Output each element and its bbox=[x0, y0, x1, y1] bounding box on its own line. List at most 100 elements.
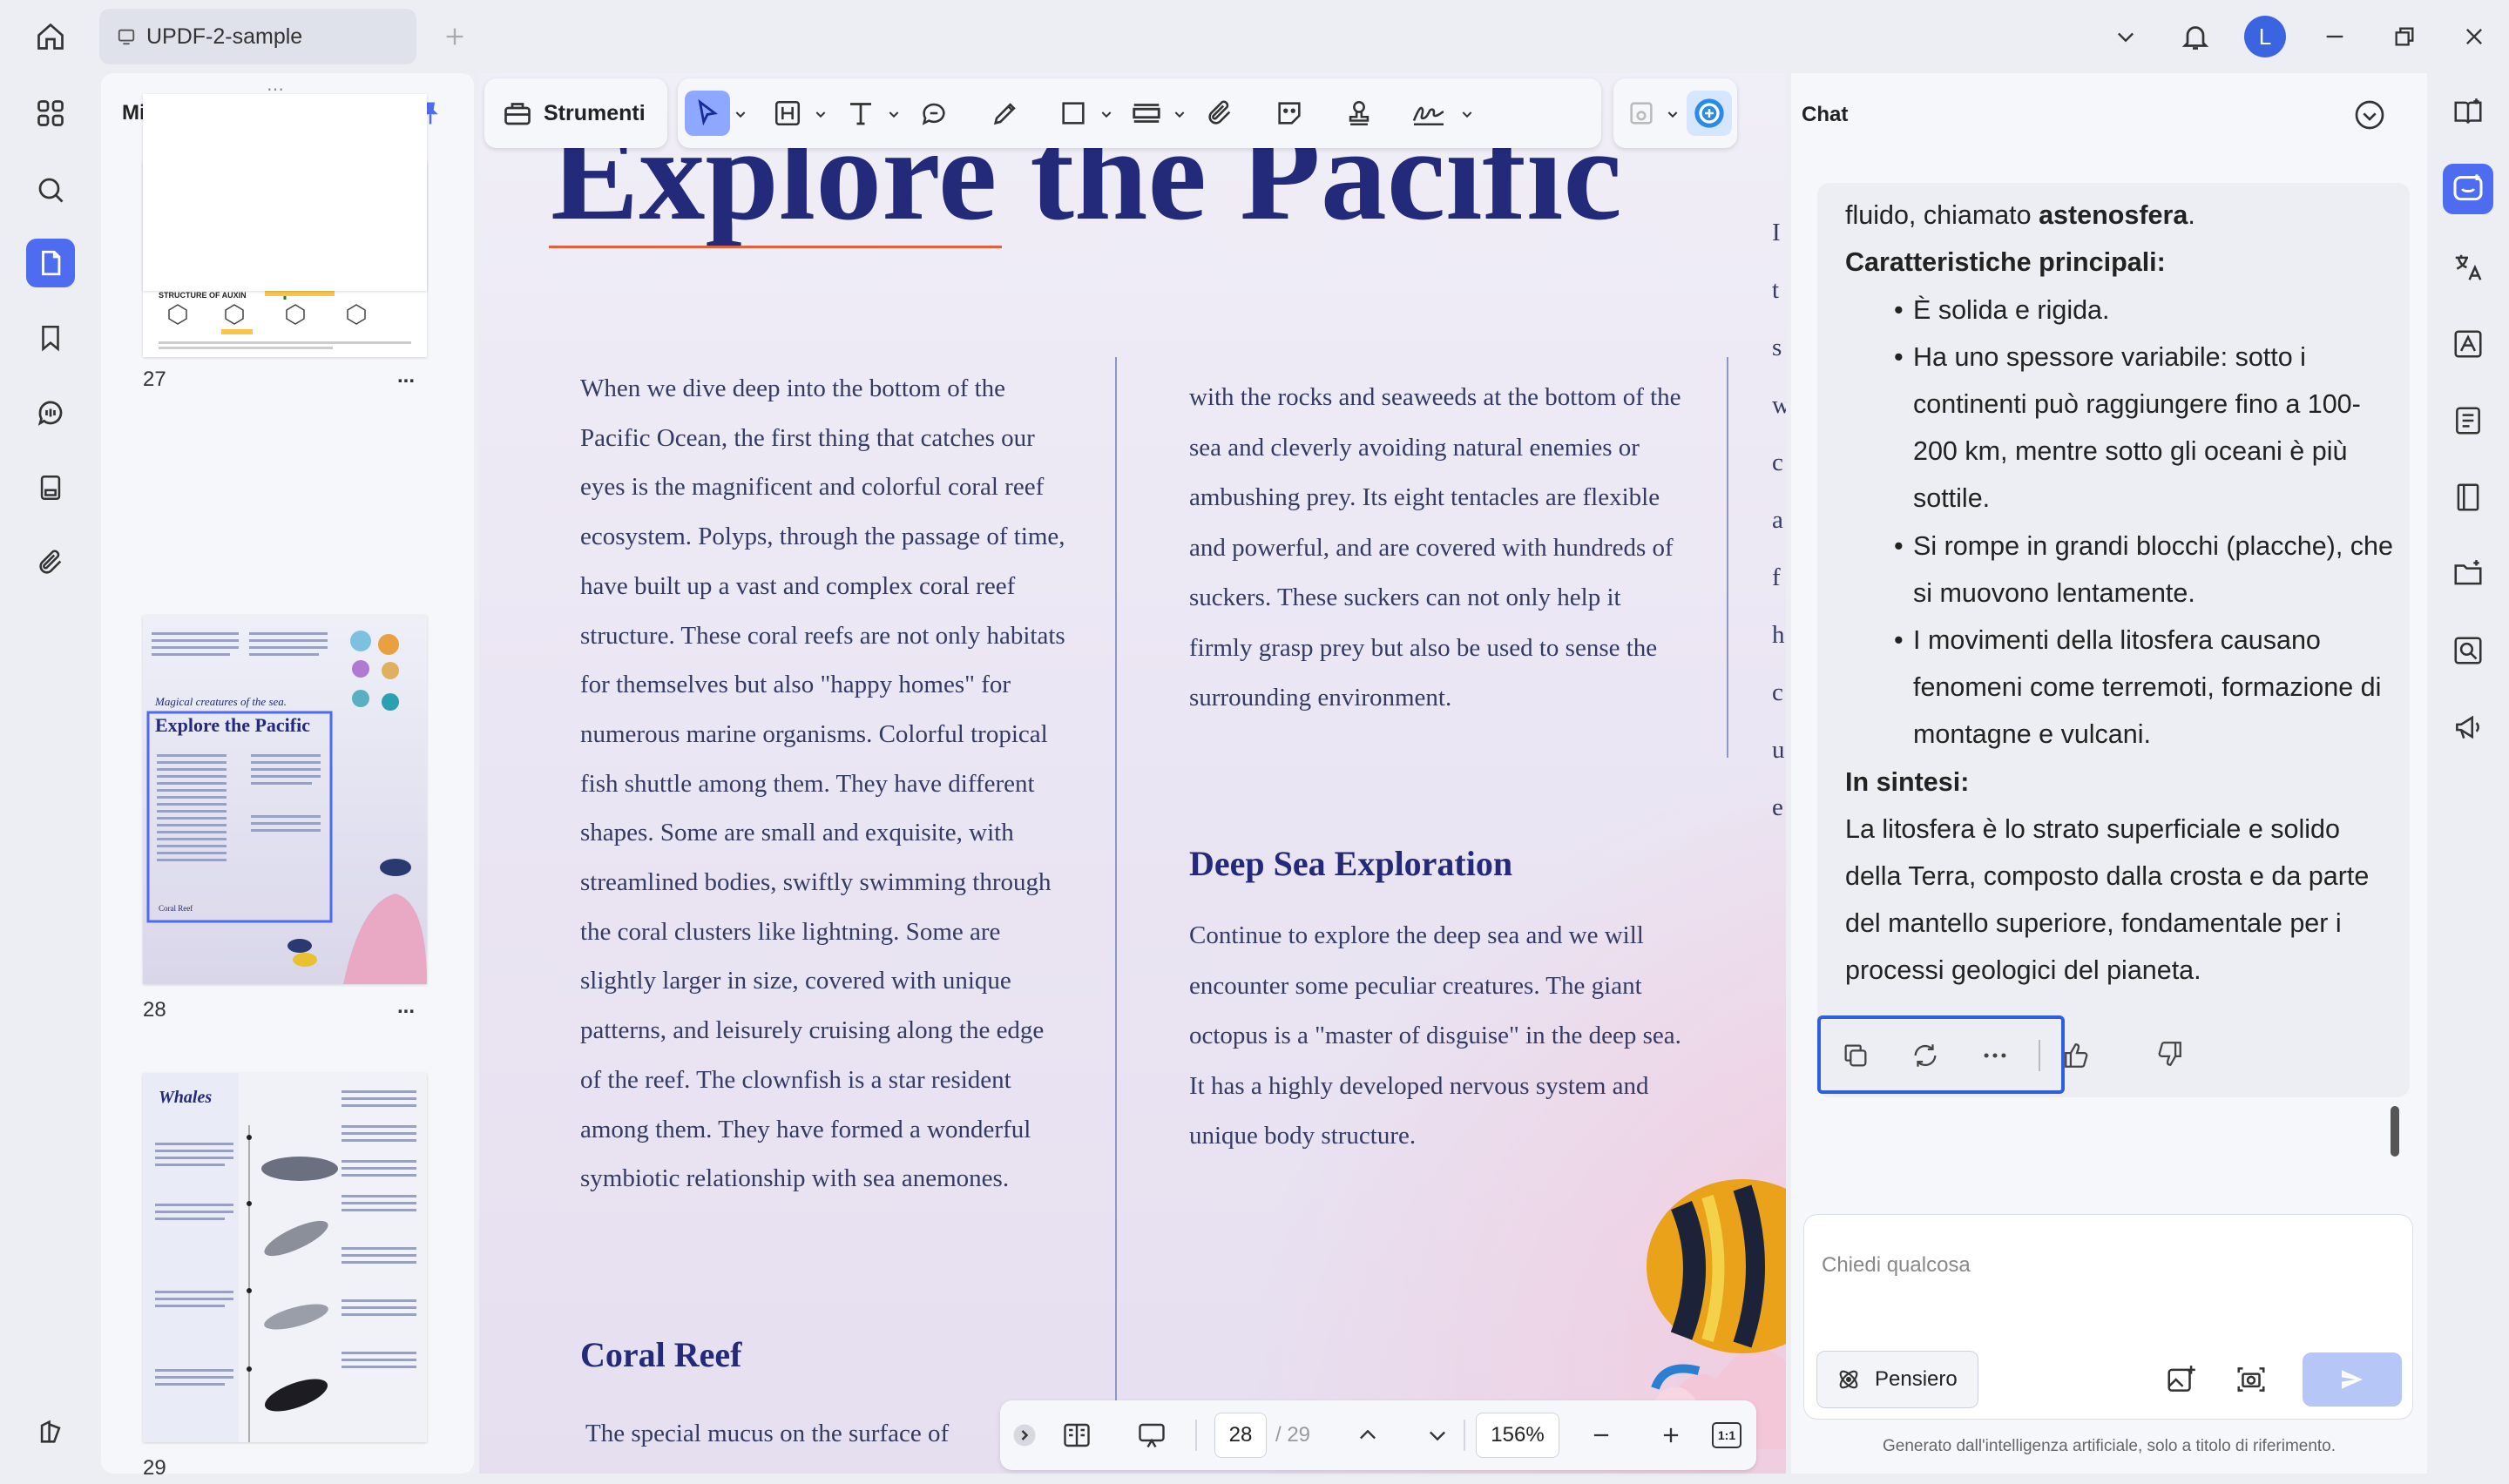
search-document-button[interactable] bbox=[2443, 625, 2493, 676]
ai-chat-button[interactable] bbox=[2443, 164, 2493, 214]
attachments-rail-button[interactable] bbox=[26, 538, 75, 587]
attachment-icon bbox=[39, 550, 62, 574]
zoom-out-button[interactable] bbox=[1579, 1413, 1624, 1458]
deep-sea-text: Continue to explore the deep sea and we … bbox=[1189, 921, 1681, 1150]
ai-assistant-button[interactable] bbox=[1687, 91, 1732, 136]
signature-dropdown[interactable] bbox=[1458, 101, 1476, 127]
current-page-input[interactable]: 28 bbox=[1214, 1413, 1267, 1458]
chat-history-button[interactable] bbox=[2347, 92, 2392, 138]
svg-text:Coral Reef: Coral Reef bbox=[159, 904, 193, 913]
minimize-icon bbox=[2326, 35, 2343, 38]
chat-scrollbar[interactable] bbox=[2391, 1106, 2399, 1157]
document-viewer[interactable]: Explore the Pacific When we dive deep in… bbox=[479, 73, 1786, 1474]
form-tool-button[interactable] bbox=[1124, 91, 1169, 136]
collapse-bar-button[interactable] bbox=[1007, 1413, 1042, 1458]
page-28-preview: Magical creatures of the sea. Explore th… bbox=[143, 615, 427, 984]
highlight-text-button[interactable] bbox=[765, 91, 810, 136]
page-thumbnail-28[interactable] bbox=[143, 94, 427, 291]
page-thumbnail-28-card[interactable]: Magical creatures of the sea. Explore th… bbox=[143, 615, 427, 984]
highlight-dropdown[interactable] bbox=[812, 101, 829, 127]
page-thumbnail-29-card[interactable]: Whales bbox=[143, 1073, 427, 1442]
apps-button[interactable] bbox=[26, 89, 75, 138]
notifications-button[interactable] bbox=[2161, 0, 2230, 73]
text-tool-button[interactable] bbox=[838, 91, 883, 136]
translate-button[interactable] bbox=[2443, 242, 2493, 293]
page-29-preview: Whales bbox=[143, 1073, 427, 1442]
comment-tool-button[interactable] bbox=[911, 91, 957, 136]
stamp-rail-button[interactable] bbox=[26, 463, 75, 512]
features-list: È solida e rigida. Ha uno spessore varia… bbox=[1845, 287, 2403, 759]
attach-file-button[interactable] bbox=[1197, 91, 1242, 136]
home-button[interactable] bbox=[31, 17, 70, 56]
regenerate-button[interactable] bbox=[1904, 1035, 1946, 1076]
page-layout-button[interactable] bbox=[1054, 1413, 1099, 1458]
chevron-down-icon bbox=[1462, 111, 1472, 118]
ai-assistant-icon bbox=[1694, 98, 1724, 128]
text-tool-dropdown[interactable] bbox=[885, 101, 903, 127]
pages-button[interactable] bbox=[26, 239, 75, 287]
account-button[interactable]: L bbox=[2230, 0, 2300, 73]
chat-input-field[interactable] bbox=[1822, 1231, 2397, 1300]
book-icon bbox=[2457, 483, 2479, 511]
book-button[interactable] bbox=[2443, 472, 2493, 523]
ai-chat-rail-button[interactable] bbox=[26, 388, 75, 437]
restore-button[interactable] bbox=[2370, 0, 2439, 73]
previous-page-button[interactable] bbox=[1345, 1413, 1390, 1458]
thumbs-up-button[interactable] bbox=[2056, 1035, 2098, 1076]
page-27-more-button[interactable]: ... bbox=[397, 364, 415, 388]
minus-icon bbox=[1593, 1433, 1609, 1437]
copy-button[interactable] bbox=[1835, 1035, 1877, 1076]
add-tab-button[interactable] bbox=[436, 17, 474, 56]
title-underline bbox=[549, 246, 1002, 248]
page-layout-icon bbox=[1064, 1423, 1090, 1447]
announce-icon bbox=[2456, 715, 2479, 739]
shape-dropdown[interactable] bbox=[1098, 101, 1115, 127]
thinking-mode-button[interactable]: Pensiero bbox=[1816, 1351, 1978, 1408]
upload-image-button[interactable] bbox=[2158, 1356, 2205, 1403]
reader-mode-button[interactable] bbox=[2443, 87, 2493, 138]
apps-icon bbox=[37, 100, 64, 126]
response-actions-bar bbox=[1817, 1015, 2088, 1094]
column-1-text: When we dive deep into the bottom of the… bbox=[580, 374, 1065, 1193]
more-options-button[interactable] bbox=[1974, 1035, 2016, 1076]
screenshot-button[interactable] bbox=[2228, 1356, 2275, 1403]
zoom-level-selector[interactable]: 156% bbox=[1476, 1413, 1559, 1458]
form-dropdown[interactable] bbox=[1171, 101, 1188, 127]
shape-tool-button[interactable] bbox=[1051, 91, 1096, 136]
pencil-tool-button[interactable] bbox=[983, 91, 1028, 136]
theme-icon bbox=[40, 1420, 61, 1443]
select-tool-button[interactable] bbox=[685, 91, 730, 136]
zoom-in-button[interactable] bbox=[1648, 1413, 1694, 1458]
save-button[interactable] bbox=[1619, 91, 1664, 136]
batch-ai-button[interactable] bbox=[2443, 549, 2493, 599]
response-term: astenosfera bbox=[2039, 200, 2188, 231]
tools-button[interactable]: Strumenti bbox=[497, 92, 651, 134]
highlight-text-icon bbox=[774, 100, 801, 126]
next-page-button[interactable] bbox=[1415, 1413, 1460, 1458]
save-dropdown[interactable] bbox=[1664, 101, 1681, 127]
sticker-tool-button[interactable] bbox=[1267, 91, 1312, 136]
select-tool-dropdown[interactable] bbox=[732, 101, 749, 127]
sticker-icon bbox=[1278, 102, 1301, 125]
summarize-button[interactable] bbox=[2443, 395, 2493, 446]
page-28-more-button[interactable]: ... bbox=[397, 995, 415, 1019]
presentation-button[interactable] bbox=[1129, 1413, 1174, 1458]
stamp-tool-button[interactable] bbox=[1336, 91, 1382, 136]
tools-label: Strumenti bbox=[544, 100, 646, 125]
list-item: È solida e rigida. bbox=[1845, 287, 2403, 334]
document-tab[interactable]: UPDF-2-sample bbox=[99, 9, 416, 64]
minimize-button[interactable] bbox=[2300, 0, 2370, 73]
close-button[interactable] bbox=[2439, 0, 2509, 73]
ocr-button[interactable] bbox=[2443, 319, 2493, 369]
actual-size-button[interactable]: 1:1 bbox=[1704, 1413, 1749, 1458]
signature-tool-button[interactable] bbox=[1406, 91, 1451, 136]
thumbs-down-button[interactable] bbox=[2148, 1033, 2190, 1075]
chevron-down-icon bbox=[889, 111, 899, 118]
announcements-button[interactable] bbox=[2443, 702, 2493, 752]
stamp-icon bbox=[1349, 100, 1369, 126]
send-button[interactable] bbox=[2303, 1352, 2402, 1406]
bookmarks-button[interactable] bbox=[26, 314, 75, 362]
tabs-dropdown-button[interactable] bbox=[2091, 0, 2161, 73]
search-button[interactable] bbox=[26, 165, 75, 214]
theme-button[interactable] bbox=[26, 1407, 75, 1456]
